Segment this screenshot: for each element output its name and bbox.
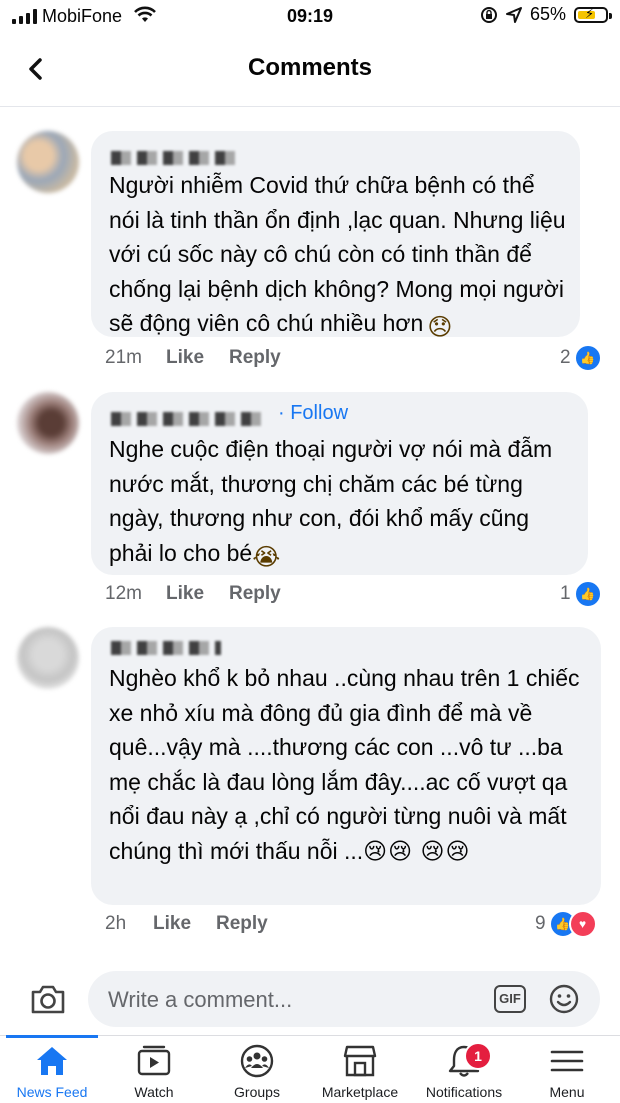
reaction-count: 9 <box>535 913 546 934</box>
comments-header: Comments <box>0 34 620 107</box>
tab-groups[interactable]: Groups <box>205 1036 309 1103</box>
sad-face-emojis: 😢😢 😢😢 <box>363 837 471 864</box>
author-name-redacted <box>111 641 221 655</box>
author-name-redacted <box>111 151 241 165</box>
reaction-summary[interactable]: 9 👍 ♥ <box>535 910 597 938</box>
comment-meta: 21m Like Reply <box>105 347 585 371</box>
reaction-summary[interactable]: 1 👍 <box>560 580 602 608</box>
groups-icon <box>240 1044 274 1078</box>
avatar[interactable] <box>17 627 79 689</box>
crying-face-icon: 😭 <box>252 543 281 571</box>
comment-time: 12m <box>105 583 142 604</box>
reaction-count: 2 <box>560 347 571 368</box>
comment-text: Nghèo khổ k bỏ nhau ..cùng nhau trên 1 c… <box>109 665 580 864</box>
tab-menu[interactable]: Menu <box>515 1036 619 1103</box>
reply-button[interactable]: Reply <box>229 347 281 369</box>
reply-button[interactable]: Reply <box>229 583 281 605</box>
screen-lock-icon <box>480 6 497 23</box>
watch-icon <box>137 1045 171 1076</box>
comment-input[interactable] <box>106 971 490 1029</box>
page-title: Comments <box>247 54 373 81</box>
comment-meta: 2h Like Reply <box>105 913 585 937</box>
like-button[interactable]: Like <box>166 583 204 605</box>
comment-meta: 12m Like Reply <box>105 583 585 607</box>
bottom-tab-bar: News Feed Watch Groups Marketplace 1 Not… <box>0 1035 620 1103</box>
comment-text: Nghe cuộc điện thoại người vợ nói mà đẫm… <box>109 436 553 571</box>
camera-icon[interactable] <box>28 979 68 1019</box>
comment-composer: GIF <box>0 965 620 1033</box>
menu-icon <box>550 1050 584 1072</box>
disappointed-face-icon: 😞 <box>427 314 453 341</box>
comment-bubble: · Follow Nghe cuộc điện thoại người vợ n… <box>91 392 588 575</box>
comment-input-box[interactable]: GIF <box>88 971 600 1029</box>
tab-marketplace[interactable]: Marketplace <box>308 1036 412 1103</box>
status-bar: MobiFone 09:19 65% ⚡ <box>0 0 620 34</box>
location-icon <box>505 6 522 23</box>
reaction-count: 1 <box>560 583 571 604</box>
comment-text: Người nhiễm Covid thứ chữa bệnh có thể n… <box>109 172 566 341</box>
sticker-smile-icon[interactable] <box>548 983 580 1015</box>
comment-bubble: Người nhiễm Covid thứ chữa bệnh có thể n… <box>91 131 580 341</box>
like-reaction-icon: 👍 <box>573 580 602 608</box>
like-button[interactable]: Like <box>166 347 204 369</box>
reaction-summary[interactable]: 2 👍 <box>560 344 602 372</box>
comment-bubble: Nghèo khổ k bỏ nhau ..cùng nhau trên 1 c… <box>91 627 601 905</box>
tab-notifications[interactable]: 1 Notifications <box>412 1036 516 1103</box>
comment-time: 21m <box>105 347 142 368</box>
battery-icon: ⚡ <box>574 6 612 23</box>
like-reaction-icon: 👍 <box>573 344 602 372</box>
tab-watch[interactable]: Watch <box>102 1036 206 1103</box>
love-reaction-icon: ♥ <box>568 910 597 938</box>
notification-badge: 1 <box>464 1042 492 1070</box>
author-name-redacted <box>111 412 261 426</box>
battery-percent: 65% <box>529 4 566 24</box>
like-button[interactable]: Like <box>153 913 191 935</box>
comment-time: 2h <box>105 913 127 934</box>
home-icon <box>37 1047 67 1075</box>
gif-button[interactable]: GIF <box>494 985 526 1013</box>
marketplace-icon <box>343 1045 377 1077</box>
avatar[interactable] <box>17 131 79 193</box>
tab-news-feed[interactable]: News Feed <box>0 1035 104 1103</box>
reply-button[interactable]: Reply <box>216 913 268 935</box>
avatar[interactable] <box>17 392 79 454</box>
follow-link[interactable]: · Follow <box>278 402 348 425</box>
